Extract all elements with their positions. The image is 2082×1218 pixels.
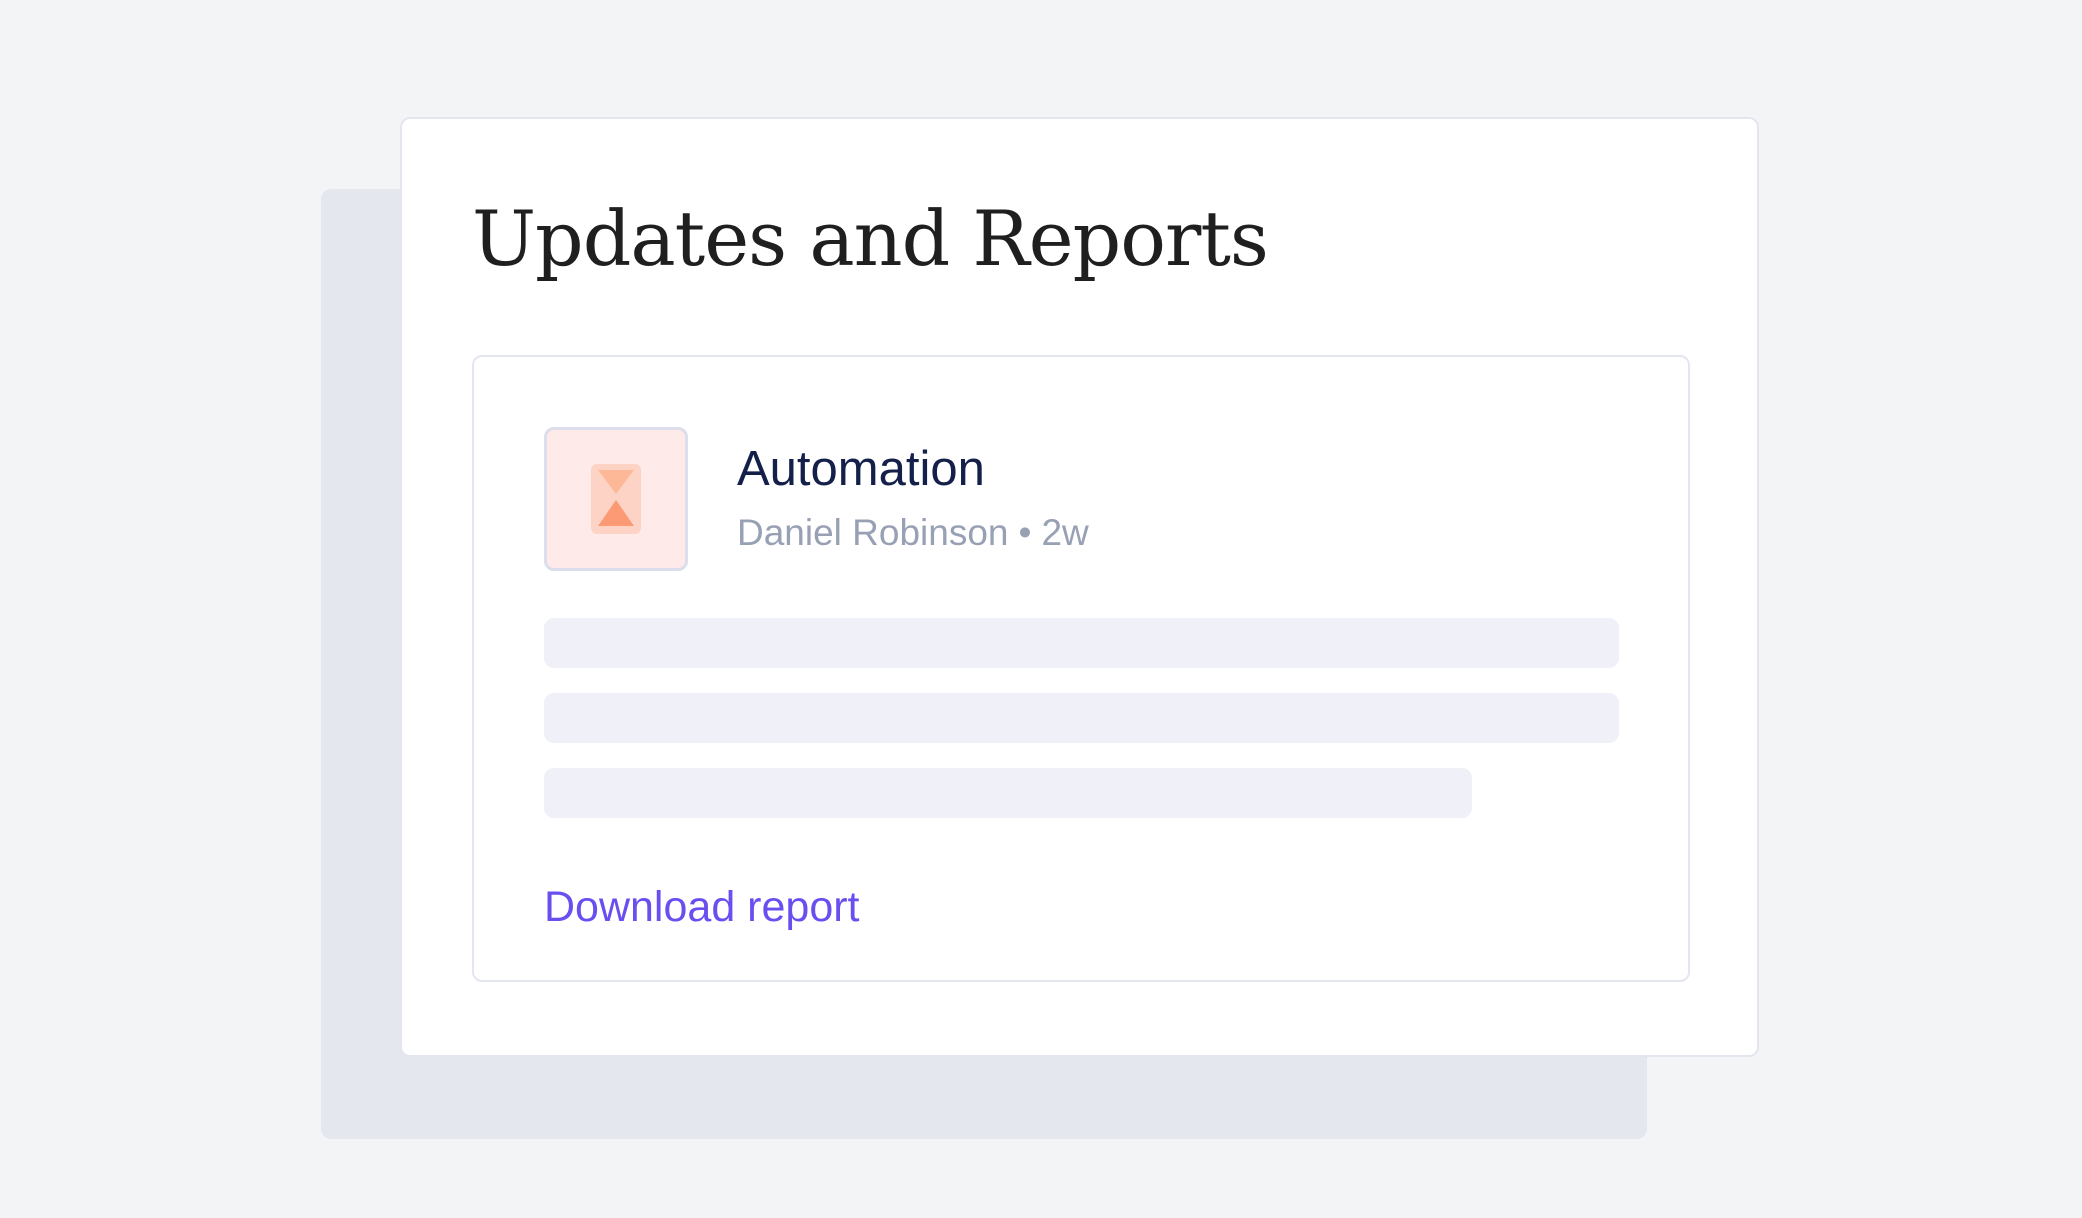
report-meta: Daniel Robinson • 2w: [737, 510, 1089, 556]
updates-panel: Updates and Reports Automation Daniel Ro…: [400, 117, 1759, 1057]
hourglass-icon: [591, 464, 641, 534]
report-icon-tile: [544, 427, 688, 571]
content-placeholder-line: [544, 768, 1472, 818]
report-age: 2w: [1041, 512, 1089, 553]
meta-separator: •: [1018, 512, 1032, 553]
report-card[interactable]: Automation Daniel Robinson • 2w Download r…: [472, 355, 1690, 982]
content-placeholder-line: [544, 618, 1619, 668]
content-placeholder-line: [544, 693, 1619, 743]
report-author: Daniel Robinson: [737, 512, 1009, 553]
report-title: Automation: [737, 442, 985, 496]
download-report-link[interactable]: Download report: [544, 879, 860, 935]
page-title: Updates and Reports: [472, 194, 1269, 283]
